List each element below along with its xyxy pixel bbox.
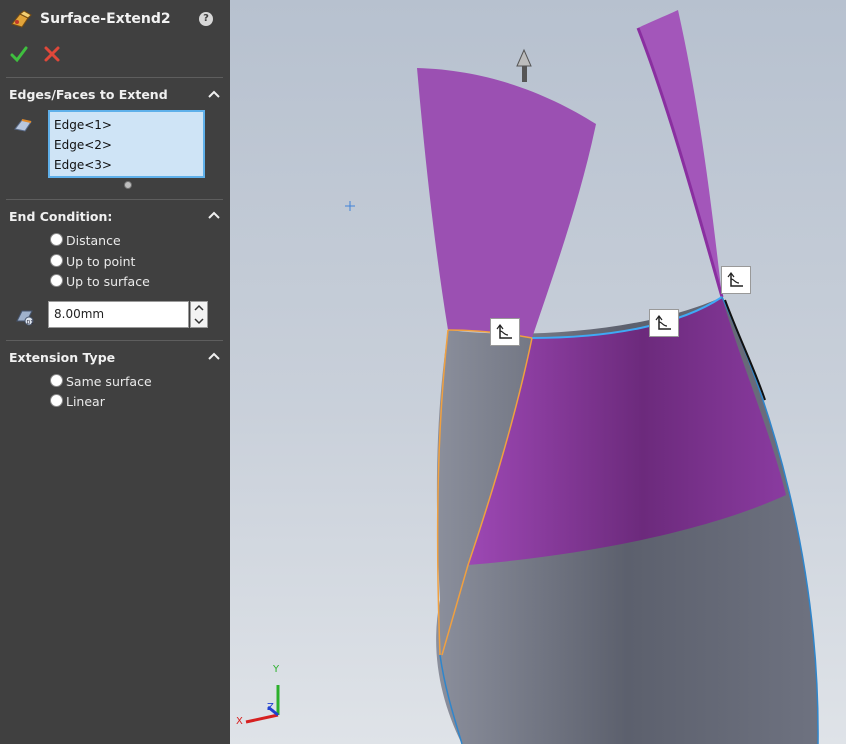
distance-input[interactable]: 8.00mm — [48, 301, 189, 328]
extend-direction-icon — [727, 272, 743, 287]
edge-list-item[interactable]: Edge<2> — [54, 135, 203, 155]
crosshair-icon — [345, 201, 355, 211]
graphics-viewport[interactable]: Y X Z — [230, 0, 846, 744]
spin-down-icon[interactable] — [191, 315, 207, 327]
distance-spinner[interactable] — [190, 301, 208, 328]
triad-y-label: Y — [272, 664, 280, 675]
extension-type-section-title: Extension Type — [9, 350, 116, 365]
collapse-extension-type-chevron-up-icon[interactable] — [207, 349, 221, 363]
edges-selection-list[interactable]: Edge<1> Edge<2> Edge<3> — [48, 110, 205, 178]
radio-label: Up to surface — [66, 274, 150, 289]
radio-button[interactable] — [50, 233, 63, 246]
radio-same-surface[interactable]: Same surface — [50, 373, 152, 391]
collapse-end-condition-chevron-up-icon[interactable] — [207, 208, 221, 222]
divider — [6, 77, 223, 78]
svg-text:D1: D1 — [27, 320, 34, 326]
divider — [6, 199, 223, 200]
ok-button[interactable] — [10, 45, 28, 63]
radio-button[interactable] — [50, 394, 63, 407]
edges-section-title: Edges/Faces to Extend — [9, 87, 168, 102]
triad-axes: Y X Z — [236, 664, 280, 727]
radio-button[interactable] — [50, 254, 63, 267]
edge-list-item[interactable]: Edge<3> — [54, 155, 203, 175]
radio-distance[interactable]: Distance — [50, 232, 121, 250]
edge-selection-icon — [14, 119, 32, 132]
radio-label: Distance — [66, 233, 121, 248]
extended-face-left[interactable] — [417, 68, 596, 338]
extend-direction-icon — [496, 324, 512, 339]
radio-button[interactable] — [50, 274, 63, 287]
help-icon[interactable]: ? — [199, 12, 213, 26]
checkmark-icon — [10, 46, 28, 63]
radio-linear[interactable]: Linear — [50, 393, 105, 411]
spin-up-icon[interactable] — [191, 302, 207, 314]
extend-direction-icon — [655, 315, 671, 330]
drag-handle-arrow[interactable] — [516, 48, 532, 82]
radio-button[interactable] — [50, 374, 63, 387]
radio-label: Up to point — [66, 254, 136, 269]
divider — [6, 340, 223, 341]
surface-extend-icon — [11, 10, 32, 28]
list-resize-handle[interactable] — [124, 181, 132, 189]
radio-up-to-point[interactable]: Up to point — [50, 253, 135, 271]
radio-up-to-surface[interactable]: Up to surface — [50, 273, 150, 291]
extend-direction-callout[interactable] — [721, 266, 751, 294]
feature-title: Surface-Extend2 — [40, 11, 171, 27]
radio-label: Linear — [66, 394, 105, 409]
collapse-edges-chevron-up-icon[interactable] — [207, 87, 221, 101]
close-x-icon — [44, 46, 60, 62]
edge-list-item[interactable]: Edge<1> — [54, 115, 203, 135]
triad-z-label: Z — [267, 702, 274, 713]
feature-header: Surface-Extend2 ? — [0, 0, 230, 40]
end-condition-section-title: End Condition: — [9, 209, 113, 224]
cancel-button[interactable] — [43, 45, 61, 63]
property-manager-panel: Surface-Extend2 ? Edges/Faces to Extend … — [0, 0, 230, 744]
model-view[interactable]: Y X Z — [230, 0, 846, 744]
extend-direction-callout[interactable] — [490, 318, 520, 346]
distance-icon: D1 — [16, 310, 34, 326]
triad-x-label: X — [236, 716, 243, 727]
radio-label: Same surface — [66, 374, 152, 389]
extend-direction-callout[interactable] — [649, 309, 679, 337]
